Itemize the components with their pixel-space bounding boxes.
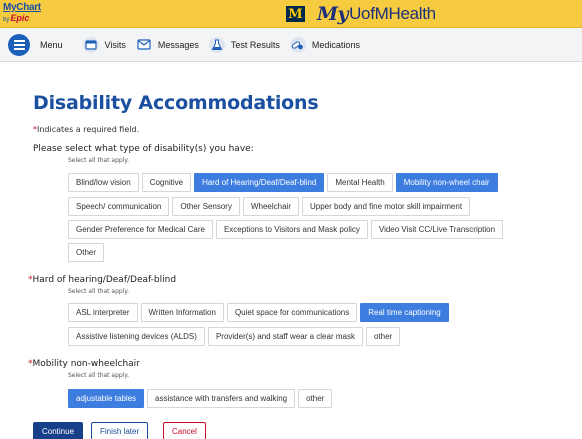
- q3-hint: Select all that apply.: [68, 372, 129, 379]
- q3-label-wrap: *Mobility non-wheelchair: [28, 359, 140, 369]
- q2-label: Hard of hearing/Deaf/Deaf-blind: [32, 275, 177, 285]
- nav-bar: Menu Visits Messages Test Results Medica…: [0, 28, 582, 62]
- nav-test-results-label: Test Results: [230, 39, 280, 50]
- option-adjustable-tables[interactable]: adjustable tables: [68, 389, 145, 408]
- q1-options-row-1: Blind/low vision Cognitive Hard of Heari…: [68, 173, 501, 192]
- nav-medications[interactable]: Medications: [289, 36, 360, 53]
- option-video-visit-cc[interactable]: Video Visit CC/Live Transcription: [370, 220, 504, 239]
- option-wheelchair[interactable]: Wheelchair: [242, 197, 299, 216]
- nav-messages-label: Messages: [157, 39, 199, 50]
- menu-label[interactable]: Menu: [40, 40, 63, 50]
- option-upper-body-motor[interactable]: Upper body and fine motor skill impairme…: [301, 197, 471, 216]
- option-q3-other[interactable]: other: [298, 389, 333, 408]
- q1-options-row-4: Other: [68, 243, 107, 262]
- option-mental-health[interactable]: Mental Health: [327, 173, 393, 192]
- option-mobility-non-wheelchair[interactable]: Mobility non-wheel chair: [395, 173, 498, 192]
- q2-hint: Select all that apply.: [68, 288, 129, 295]
- block-m-logo: M: [286, 6, 305, 22]
- q2-label-wrap: *Hard of hearing/Deaf/Deaf-blind: [28, 275, 176, 285]
- epic-logo-text: Epic: [10, 13, 30, 23]
- brand-my-text: My: [317, 3, 349, 25]
- nav-messages[interactable]: Messages: [136, 37, 199, 53]
- option-cognitive[interactable]: Cognitive: [141, 173, 192, 192]
- option-visitor-mask-exceptions[interactable]: Exceptions to Visitors and Mask policy: [215, 220, 368, 239]
- brand-name-text: UofMHealth: [349, 4, 436, 23]
- nav-visits[interactable]: Visits: [82, 36, 126, 53]
- finish-later-button[interactable]: Finish later: [91, 422, 149, 439]
- option-hard-of-hearing[interactable]: Hard of Hearing/Deaf/Deaf-blind: [194, 173, 325, 192]
- cancel-button[interactable]: Cancel: [163, 422, 206, 439]
- calendar-icon: [82, 36, 99, 53]
- option-assistive-listening[interactable]: Assistive listening devices (ALDS): [68, 327, 205, 346]
- option-other[interactable]: Other: [68, 243, 105, 262]
- menu-icon[interactable]: [8, 33, 30, 56]
- option-clear-mask[interactable]: Provider(s) and staff wear a clear mask: [207, 327, 363, 346]
- logo-by-text: by: [3, 17, 10, 23]
- option-other-sensory[interactable]: Other Sensory: [172, 197, 240, 216]
- q1-options-row-3: Gender Preference for Medical Care Excep…: [68, 220, 506, 239]
- option-quiet-space[interactable]: Quiet space for communications: [226, 303, 358, 322]
- option-transfer-walking-assistance[interactable]: assistance with transfers and walking: [147, 389, 296, 408]
- required-note-text: Indicates a required field.: [37, 125, 140, 134]
- q1-label: Please select what type of disability(s)…: [33, 144, 254, 154]
- continue-button[interactable]: Continue: [33, 422, 84, 439]
- mychart-epic-logo[interactable]: MyChart byEpic: [3, 3, 41, 25]
- q1-hint: Select all that apply.: [68, 157, 129, 164]
- pills-icon: [289, 36, 306, 53]
- q3-options-row-1: adjustable tables assistance with transf…: [68, 389, 335, 408]
- option-gender-preference[interactable]: Gender Preference for Medical Care: [68, 220, 213, 239]
- option-blind-low-vision[interactable]: Blind/low vision: [68, 173, 139, 192]
- required-note: *Indicates a required field.: [33, 125, 139, 134]
- brand-logo: M My UofMHealth: [286, 3, 436, 25]
- page-title: Disability Accommodations: [33, 92, 319, 114]
- q2-options-row-1: ASL interpreter Written Information Quie…: [68, 303, 452, 322]
- nav-visits-label: Visits: [104, 39, 126, 50]
- option-speech-communication[interactable]: Speech/ communication: [68, 197, 170, 216]
- flask-icon: [208, 36, 225, 53]
- q2-options-row-2: Assistive listening devices (ALDS) Provi…: [68, 327, 403, 346]
- option-q2-other[interactable]: other: [365, 327, 401, 346]
- top-banner: MyChart byEpic M My UofMHealth: [0, 0, 582, 28]
- option-real-time-captioning[interactable]: Real time captioning: [360, 303, 449, 322]
- envelope-icon: [136, 37, 152, 53]
- option-written-information[interactable]: Written Information: [140, 303, 224, 322]
- q3-label: Mobility non-wheelchair: [32, 359, 140, 369]
- nav-medications-label: Medications: [311, 39, 360, 50]
- q1-options-row-2: Speech/ communication Other Sensory Whee…: [68, 197, 473, 216]
- mychart-logo-text: MyChart: [3, 2, 41, 13]
- option-asl-interpreter[interactable]: ASL interpreter: [68, 303, 138, 322]
- nav-test-results[interactable]: Test Results: [208, 36, 280, 53]
